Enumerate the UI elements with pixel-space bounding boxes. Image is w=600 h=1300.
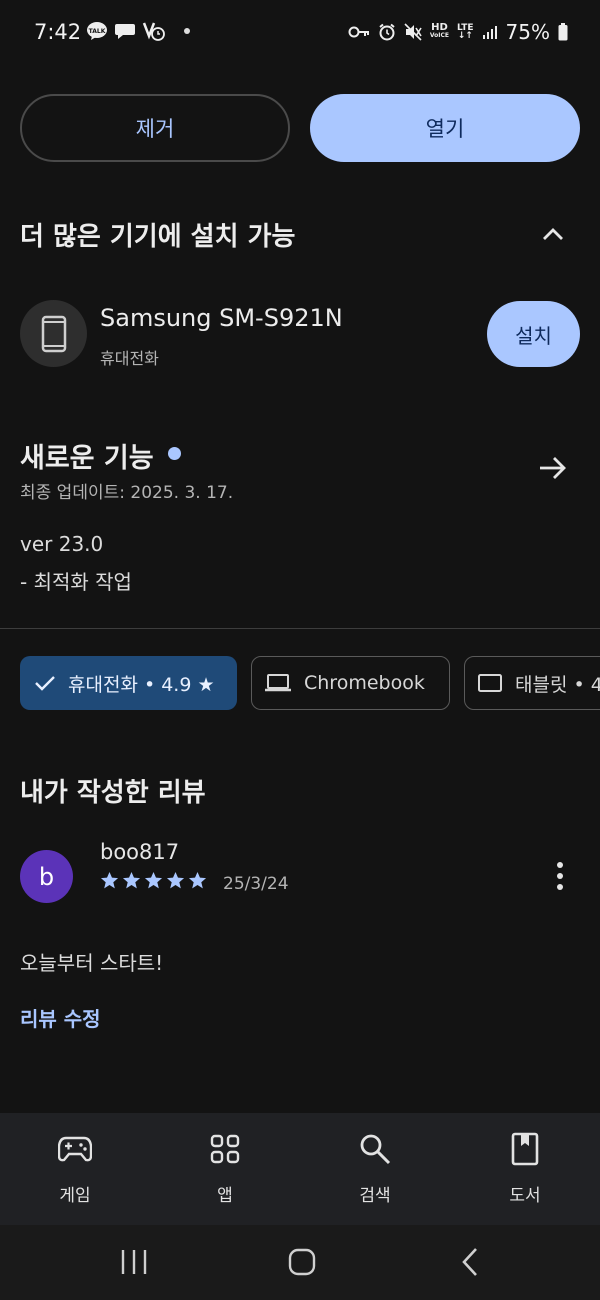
search-icon [360,1134,391,1165]
mute-icon [404,23,422,41]
status-right-icons: HD VoICE LTE ↓↑ 75% [348,20,568,44]
review-text: 오늘부터 스타트! [20,951,164,975]
release-note: - 최적화 작업 [20,570,132,594]
release-version: ver 23.0 [20,532,104,556]
apps-grid-icon [210,1134,240,1164]
chip-chromebook[interactable]: Chromebook [251,656,450,710]
tablet-icon [478,674,502,692]
hd-voice-icon: HD VoICE [429,22,449,40]
remove-button[interactable]: 제거 [20,94,290,162]
nav-label-apps: 앱 [217,1186,233,1206]
edit-review-link[interactable]: 리뷰 수정 [20,1003,101,1032]
svg-text:TALK: TALK [89,28,106,35]
alarm-icon [379,23,395,41]
install-button[interactable]: 설치 [487,301,580,367]
star-icon [100,871,119,889]
my-review-title: 내가 작성한 리뷰 [20,778,206,808]
battery-percentage: 75% [505,20,550,44]
chip-phone[interactable]: 휴대전화 • 4.9 ★ [20,656,237,710]
system-navigation-bar [0,1225,600,1300]
nav-label-search: 검색 [359,1186,391,1206]
back-button[interactable] [450,1245,490,1279]
nav-item-books[interactable]: 도서 [450,1113,600,1225]
section-divider [0,628,600,629]
signal-icon [482,26,497,39]
kakaotalk-icon: TALK [87,22,107,40]
reviewer-name: boo817 [100,840,180,864]
open-button[interactable]: 열기 [310,94,580,162]
review-date: 25/3/24 [223,874,289,894]
more-notifications-dot [184,28,190,34]
back-icon [462,1248,477,1276]
laptop-icon [265,674,291,692]
chip-phone-label: 휴대전화 • 4.9 ★ [68,673,215,696]
vpn-alarm-icon [142,22,165,41]
new-indicator-dot [168,447,181,460]
recent-apps-icon [121,1250,147,1274]
key-icon [348,26,369,38]
chip-chromebook-label: Chromebook [304,672,425,694]
status-time: 7:42 [34,20,82,44]
chevron-up-icon[interactable] [538,220,568,250]
device-name: Samsung SM-S921N [100,304,343,332]
status-bar: 7:42 TALK HD VoICE LTE ↓↑ 75% [0,0,600,66]
gamepad-icon [58,1136,92,1162]
nav-item-games[interactable]: 게임 [0,1113,150,1225]
chat-bubble-icon [115,24,135,39]
battery-icon [558,23,568,41]
notification-icons: TALK [86,20,190,42]
lte-icon: LTE ↓↑ [457,23,474,41]
phone-device-icon [20,300,87,367]
smartphone-icon [41,315,66,352]
book-icon [511,1132,539,1166]
star-icon [188,871,207,889]
chip-tablet-label: 태블릿 • 4 [515,673,600,696]
star-icon [122,871,141,889]
bottom-navigation: 게임 앱 검색 도서 [0,1113,600,1225]
avatar: b [20,850,73,903]
arrow-right-icon[interactable] [536,452,568,484]
device-type: 휴대전화 [100,349,159,368]
home-icon [288,1248,316,1276]
whats-new-title[interactable]: 새로운 기능 [20,436,154,475]
more-devices-title: 더 많은 기기에 설치 가능 [20,222,296,252]
nav-item-apps[interactable]: 앱 [150,1113,300,1225]
home-button[interactable] [282,1245,322,1279]
recent-apps-button[interactable] [114,1245,154,1279]
star-icon [144,871,163,889]
nav-label-games: 게임 [59,1186,91,1206]
chip-tablet[interactable]: 태블릿 • 4 [464,656,600,710]
last-updated-text: 최종 업데이트: 2025. 3. 17. [20,483,234,503]
star-icon [166,871,185,889]
rating-stars [100,871,207,890]
more-vert-icon[interactable] [546,860,574,892]
check-icon [35,676,55,691]
nav-item-search[interactable]: 검색 [300,1113,450,1225]
nav-label-books: 도서 [509,1186,541,1206]
